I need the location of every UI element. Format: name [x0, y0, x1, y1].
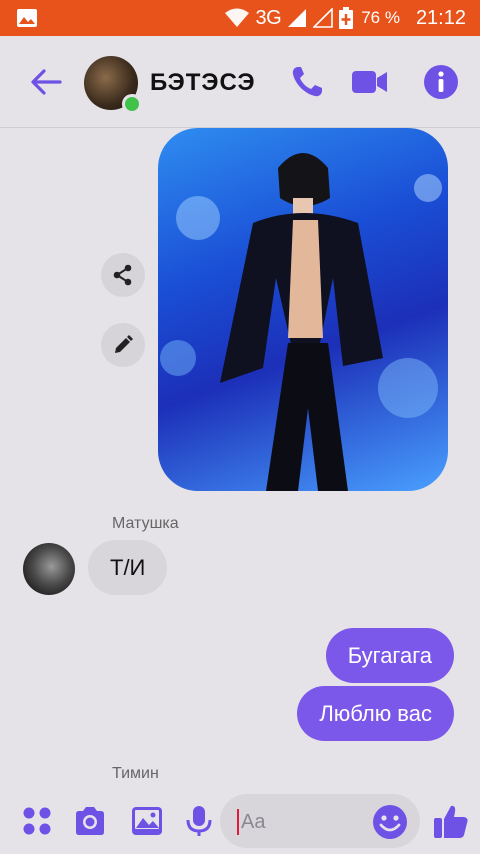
- camera-icon[interactable]: [73, 804, 107, 838]
- back-arrow-icon[interactable]: [28, 64, 64, 100]
- battery-percent: 76 %: [361, 8, 400, 27]
- pencil-icon: [115, 335, 133, 353]
- incoming-message[interactable]: Т/И: [88, 540, 168, 595]
- photo-illustration: [160, 153, 442, 491]
- signal-icon-2: [313, 8, 333, 28]
- phone-icon[interactable]: [288, 63, 326, 101]
- wifi-icon: [224, 8, 249, 27]
- share-icon: [113, 264, 132, 286]
- apps-icon[interactable]: [20, 804, 54, 838]
- thumbs-up-icon[interactable]: [432, 802, 470, 840]
- status-bar: 3G 76 % 21:12: [0, 0, 480, 36]
- clock: 21:12: [415, 6, 466, 29]
- contact-avatar[interactable]: [84, 56, 142, 114]
- chat-header: БЭТЭСЭ: [0, 36, 480, 128]
- chat-title[interactable]: БЭТЭСЭ: [150, 69, 256, 97]
- video-camera-icon[interactable]: [350, 63, 388, 101]
- outgoing-message[interactable]: Бугагага: [325, 628, 454, 683]
- outgoing-message[interactable]: Люблю вас: [297, 686, 454, 741]
- mic-icon[interactable]: [182, 804, 216, 838]
- composer-bar: Aa: [0, 790, 480, 854]
- sender-name: Матушка: [112, 515, 179, 532]
- signal-icon: [288, 9, 307, 27]
- text-cursor: [237, 809, 239, 835]
- gallery-notification-icon: [17, 9, 37, 27]
- battery-icon: [339, 7, 354, 29]
- edit-button[interactable]: [101, 323, 145, 367]
- sender-avatar[interactable]: [23, 543, 75, 595]
- shared-photo[interactable]: [158, 128, 448, 491]
- gallery-icon[interactable]: [130, 804, 164, 838]
- online-indicator: [122, 94, 142, 114]
- info-icon[interactable]: [422, 63, 460, 101]
- network-type: 3G: [255, 6, 282, 29]
- share-button[interactable]: [101, 253, 145, 297]
- input-placeholder: Aa: [241, 811, 266, 833]
- sender-name: Тимин: [112, 765, 159, 782]
- emoji-icon[interactable]: [372, 804, 408, 840]
